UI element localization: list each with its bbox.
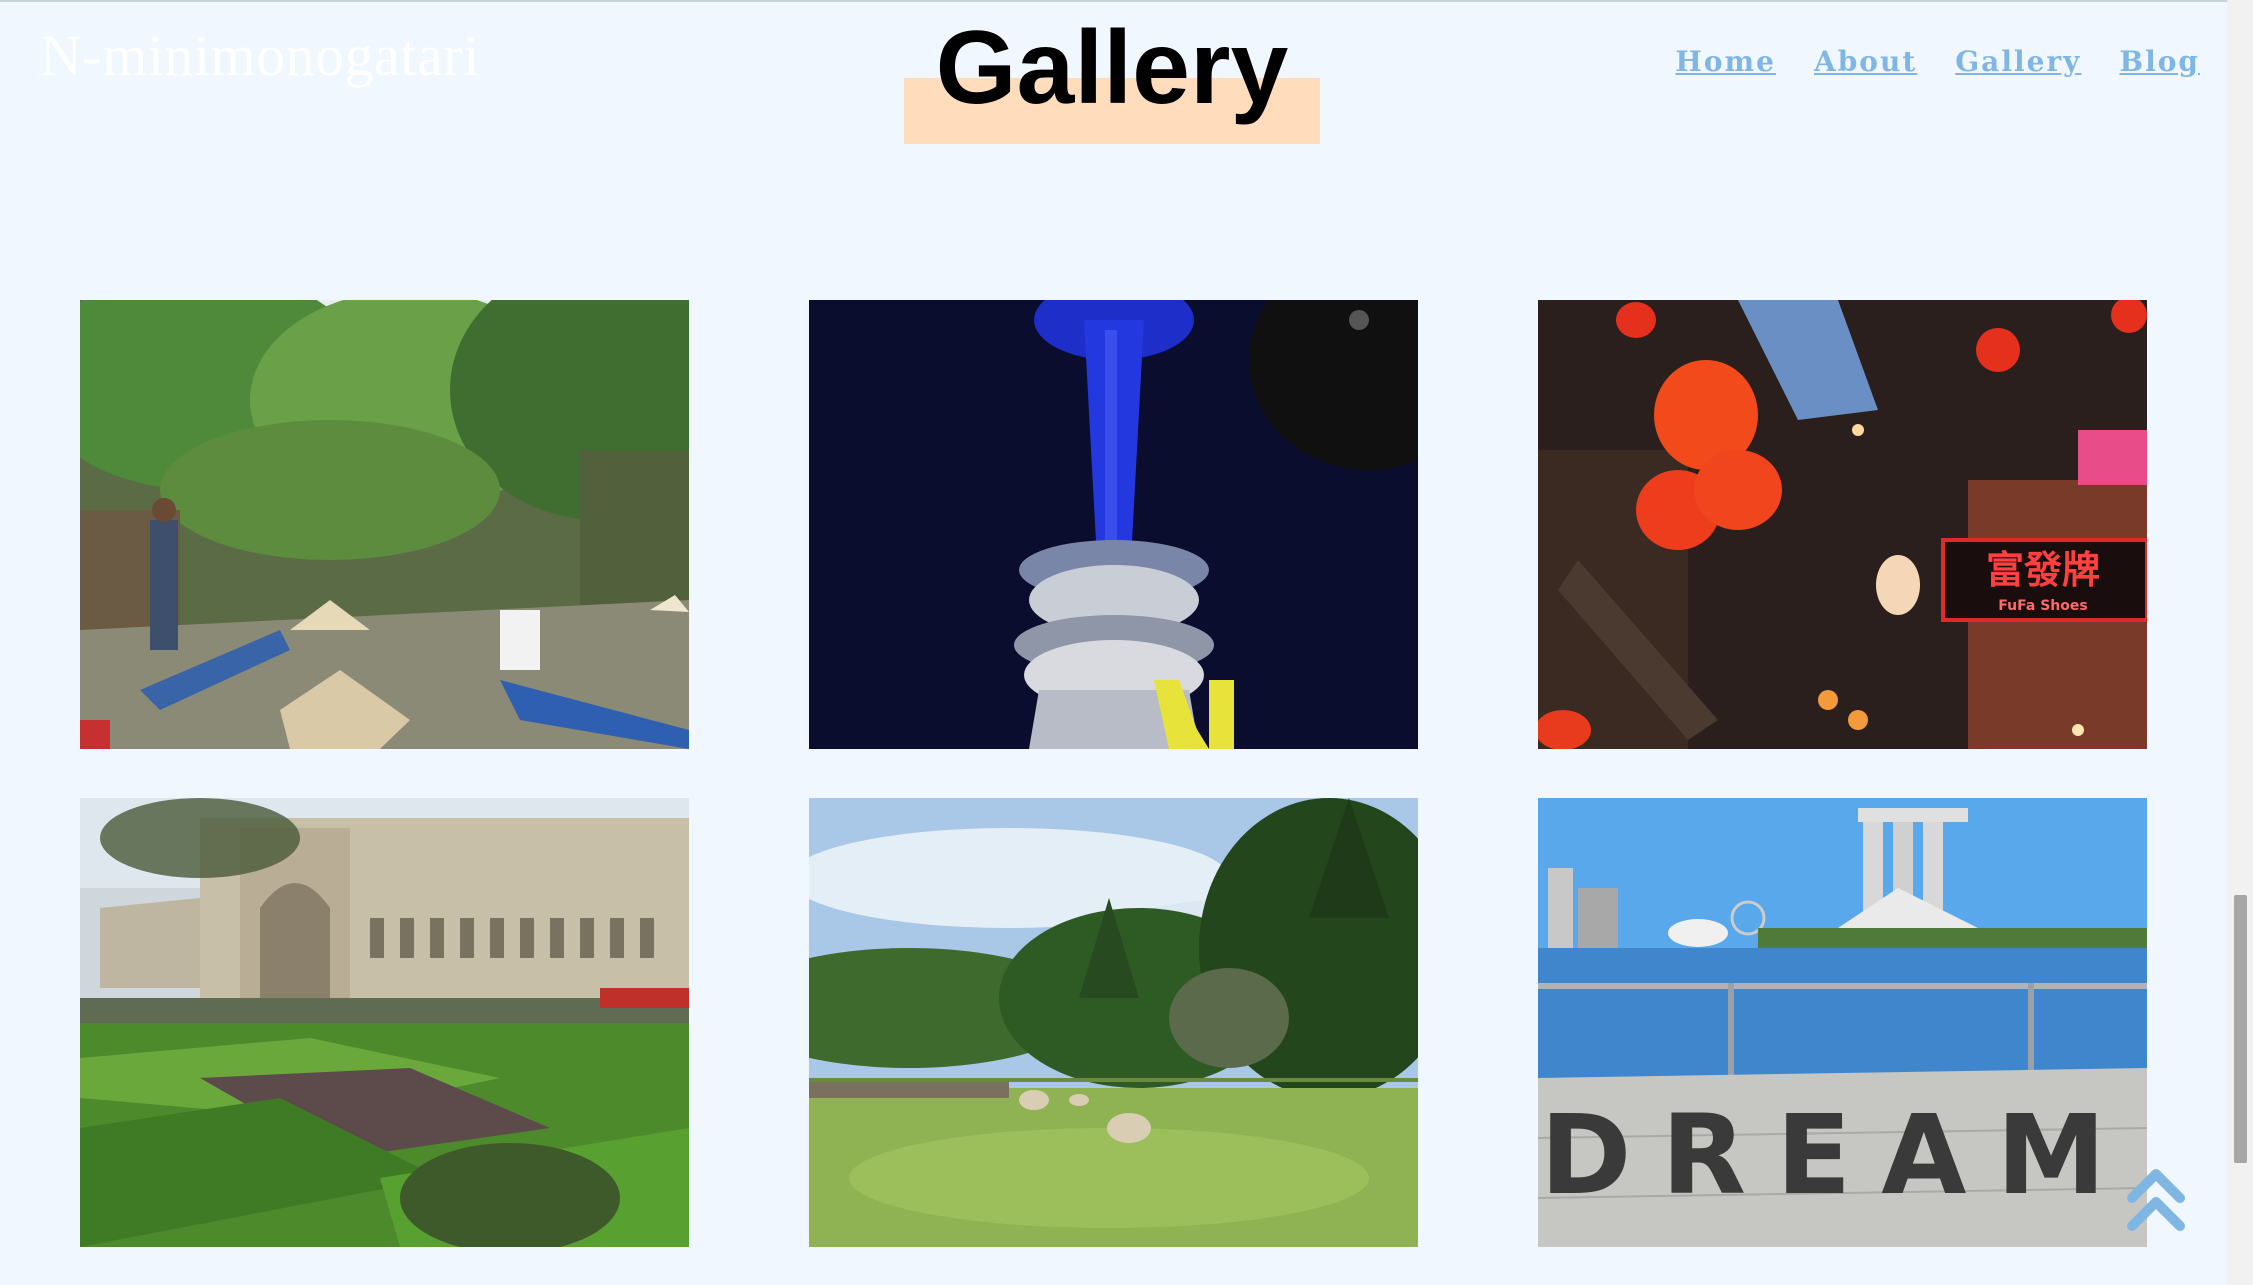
double-chevron-up-icon <box>2127 1169 2185 1231</box>
gallery-photo-sheep-pasture[interactable] <box>809 798 1418 1247</box>
shop-sign-subtext: FuFa Shoes <box>1998 598 2087 614</box>
building-garden-image <box>80 798 689 1247</box>
gallery-photo-red-lanterns[interactable]: 富發牌 FuFa Shoes <box>1538 300 2147 749</box>
gallery-photo-night-tower[interactable] <box>809 300 1418 749</box>
photo-gallery: 富發牌 FuFa Shoes DREAM <box>80 300 2147 1247</box>
top-border <box>0 0 2227 2</box>
dream-letters: DREAM <box>1540 1091 2136 1219</box>
sheep-pasture-image <box>809 798 1418 1247</box>
nav-link-about[interactable]: About <box>1814 45 1917 78</box>
nav-link-blog[interactable]: Blog <box>2119 45 2200 78</box>
mangrove-boats-image <box>80 300 689 749</box>
nav-link-home[interactable]: Home <box>1675 45 1776 78</box>
page-scrollbar[interactable] <box>2227 0 2253 1285</box>
gallery-photo-dream-waterfront[interactable]: DREAM <box>1538 798 2147 1247</box>
gallery-photo-mangrove-boats[interactable] <box>80 300 689 749</box>
main-nav: Home About Gallery Blog <box>1675 45 2200 78</box>
shop-sign-text: 富發牌 <box>1986 548 2100 592</box>
nav-link-gallery[interactable]: Gallery <box>1955 45 2081 78</box>
page-title-block: Gallery <box>904 8 1320 144</box>
gallery-photo-building-garden[interactable] <box>80 798 689 1247</box>
page-title: Gallery <box>935 10 1289 126</box>
scroll-to-top-button[interactable] <box>2126 1164 2186 1234</box>
night-tower-image <box>809 300 1418 749</box>
red-lanterns-image: 富發牌 FuFa Shoes <box>1538 300 2147 749</box>
site-title[interactable]: N-minimonogatari <box>40 22 480 89</box>
dream-waterfront-image: DREAM <box>1538 798 2147 1247</box>
scrollbar-thumb[interactable] <box>2234 895 2247 1163</box>
